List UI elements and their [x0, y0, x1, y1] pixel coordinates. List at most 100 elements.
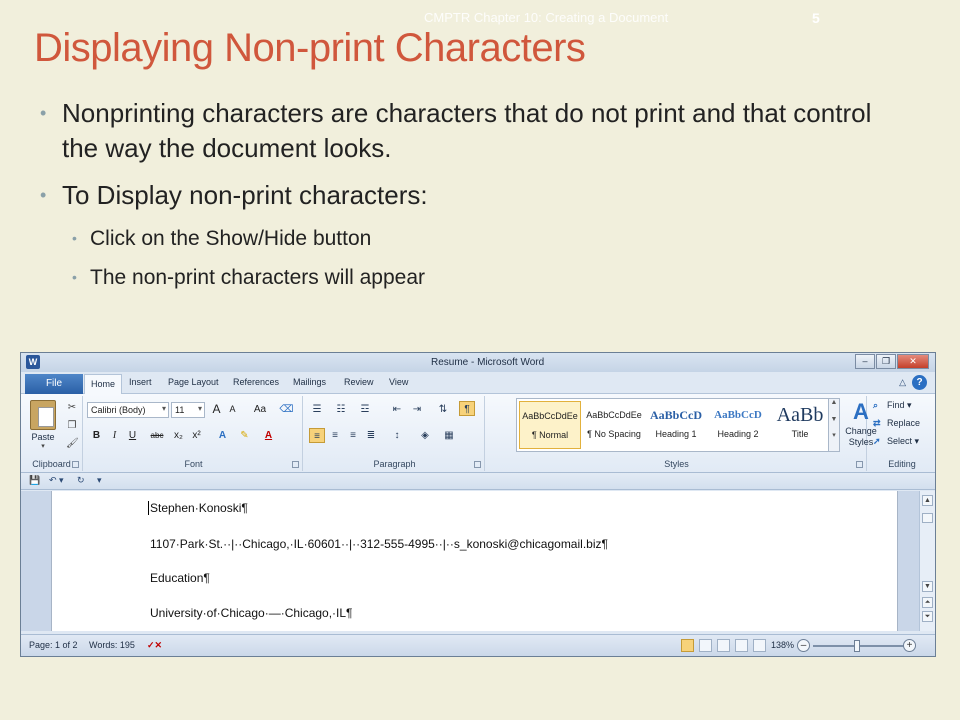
chevron-down-icon: ▾ — [41, 443, 45, 450]
dialog-launcher-icon[interactable] — [292, 461, 299, 468]
bullet-item: Nonprinting characters are characters th… — [40, 96, 890, 166]
paste-label: Paste — [31, 432, 55, 442]
document-line[interactable]: University·of·Chicago·—·Chicago,·IL¶ — [150, 606, 353, 620]
cut-icon[interactable]: ✂ — [66, 402, 78, 414]
group-styles: Styles — [487, 396, 867, 471]
decrease-indent-icon[interactable]: ⇤ — [389, 402, 405, 417]
grow-font-button[interactable]: A — [209, 402, 224, 417]
numbering-icon[interactable]: ☷ — [333, 402, 349, 417]
align-left-icon[interactable]: ≡ — [309, 428, 325, 443]
align-center-icon[interactable]: ≡ — [327, 428, 343, 443]
slide-bullets: Nonprinting characters are characters th… — [40, 96, 890, 303]
chevron-up-icon[interactable]: ▲ — [922, 495, 933, 506]
redo-icon[interactable]: ↻ — [77, 475, 85, 486]
word-titlebar: W Resume - Microsoft Word – ❐ ✕ — [21, 353, 935, 372]
copy-icon[interactable]: ❐ — [66, 420, 78, 432]
tab-view[interactable]: View — [389, 377, 408, 387]
chevron-down-icon[interactable]: ▼ — [922, 581, 933, 592]
dialog-launcher-icon[interactable] — [72, 461, 79, 468]
dialog-launcher-icon[interactable] — [474, 461, 481, 468]
underline-button[interactable]: U — [125, 428, 140, 443]
customize-toolbar-icon[interactable]: ▾ — [97, 475, 102, 486]
outline-icon[interactable] — [735, 639, 748, 652]
restore-icon[interactable]: ❐ — [876, 354, 896, 369]
document-area: Stephen·Konoski¶ 1107·Park·St.··|··Chica… — [21, 491, 935, 631]
bullets-icon[interactable]: ☰ — [309, 402, 325, 417]
tab-references[interactable]: References — [233, 377, 279, 387]
text-effects-button[interactable]: A — [215, 428, 230, 443]
tab-file[interactable]: File — [25, 374, 83, 394]
highlight-icon[interactable]: ✎ — [237, 428, 252, 443]
group-label: Paragraph — [373, 459, 416, 469]
next-page-icon[interactable]: ⏷ — [922, 611, 933, 622]
tab-page-layout[interactable]: Page Layout — [168, 377, 219, 387]
bold-button[interactable]: B — [89, 428, 104, 443]
zoom-in-icon[interactable]: + — [903, 639, 916, 652]
document-line[interactable]: Stephen·Konoski¶ — [150, 501, 248, 515]
line-spacing-icon[interactable]: ↕ — [389, 428, 405, 443]
format-painter-icon[interactable]: 🖌 — [66, 438, 79, 450]
undo-icon[interactable]: ↶ ▾ — [49, 475, 64, 486]
increase-indent-icon[interactable]: ⇥ — [409, 402, 425, 417]
document-line[interactable]: 1107·Park·St.··|··Chicago,·IL·60601··|··… — [150, 537, 608, 551]
zoom-slider-thumb[interactable] — [854, 640, 860, 652]
sub-bullet-item: The non-print characters will appear — [40, 264, 890, 291]
paste-button[interactable]: Paste ▾ — [27, 400, 59, 450]
strikethrough-button[interactable]: abc — [147, 428, 167, 443]
status-page[interactable]: Page: 1 of 2 — [29, 640, 78, 650]
full-screen-reading-icon[interactable] — [699, 639, 712, 652]
show-hide-button[interactable]: ¶ — [459, 401, 475, 416]
vertical-scrollbar[interactable]: ▲ ▼ ⏶ ⏷ — [919, 491, 935, 631]
zoom-level[interactable]: 138% — [771, 640, 794, 650]
status-words[interactable]: Words: 195 — [89, 640, 135, 650]
font-color-button[interactable]: A — [261, 428, 276, 443]
align-right-icon[interactable]: ≡ — [345, 428, 361, 443]
shading-icon[interactable]: ◈ — [417, 428, 433, 443]
change-case-button[interactable]: Aa — [249, 402, 271, 417]
slide-footer: CMPTR Chapter 10: Creating a Document — [424, 10, 669, 25]
sub-bullet-item: Click on the Show/Hide button — [40, 225, 890, 252]
tab-review[interactable]: Review — [344, 377, 374, 387]
minimize-icon[interactable]: – — [855, 354, 875, 369]
document-line[interactable]: Education¶ — [150, 571, 210, 585]
text-cursor — [148, 501, 149, 515]
tab-home[interactable]: Home — [84, 374, 123, 395]
save-icon[interactable]: 💾 — [29, 475, 40, 486]
print-layout-icon[interactable] — [681, 639, 694, 652]
borders-icon[interactable]: ▦ — [441, 428, 457, 443]
group-label: Font — [184, 459, 203, 469]
quick-access-toolbar: 💾 ↶ ▾ ↻ ▾ — [21, 473, 935, 490]
font-size-combo[interactable]: 11 — [171, 402, 205, 418]
document-page[interactable]: Stephen·Konoski¶ 1107·Park·St.··|··Chica… — [51, 491, 898, 631]
group-label: Styles — [664, 459, 689, 469]
dialog-launcher-icon[interactable] — [856, 461, 863, 468]
sort-icon[interactable]: ⇅ — [435, 402, 451, 417]
clear-formatting-icon[interactable]: ⌫ — [279, 402, 294, 417]
group-clipboard: Paste ▾ ✂ ❐ 🖌 Clipboard — [21, 396, 83, 471]
zoom-out-icon[interactable]: – — [797, 639, 810, 652]
multilevel-list-icon[interactable]: ☲ — [357, 402, 373, 417]
bullet-item: To Display non-print characters: — [40, 178, 890, 213]
shrink-font-button[interactable]: A — [225, 402, 240, 417]
proofing-icon[interactable]: ✓✕ — [147, 640, 162, 651]
group-label: Editing — [888, 459, 916, 469]
group-editing: Editing — [869, 396, 935, 471]
window-title: Resume - Microsoft Word — [431, 357, 545, 368]
web-layout-icon[interactable] — [717, 639, 730, 652]
subscript-button[interactable]: x₂ — [171, 428, 186, 443]
justify-icon[interactable]: ≣ — [363, 428, 379, 443]
scroll-thumb[interactable] — [922, 513, 933, 523]
tab-insert[interactable]: Insert — [129, 377, 152, 387]
prev-page-icon[interactable]: ⏶ — [922, 597, 933, 608]
tab-mailings[interactable]: Mailings — [293, 377, 326, 387]
help-icon[interactable]: ? — [912, 375, 927, 390]
italic-button[interactable]: I — [107, 428, 122, 443]
font-name-combo[interactable]: Calibri (Body) — [87, 402, 169, 418]
status-bar: Page: 1 of 2 Words: 195 ✓✕ 138% – + — [21, 634, 935, 656]
minimize-ribbon-icon[interactable]: △ — [899, 377, 906, 388]
draft-icon[interactable] — [753, 639, 766, 652]
close-icon[interactable]: ✕ — [897, 354, 929, 369]
superscript-button[interactable]: x² — [189, 428, 204, 443]
slide-title: Displaying Non-print Characters — [34, 26, 586, 70]
word-app-icon[interactable]: W — [26, 355, 40, 369]
